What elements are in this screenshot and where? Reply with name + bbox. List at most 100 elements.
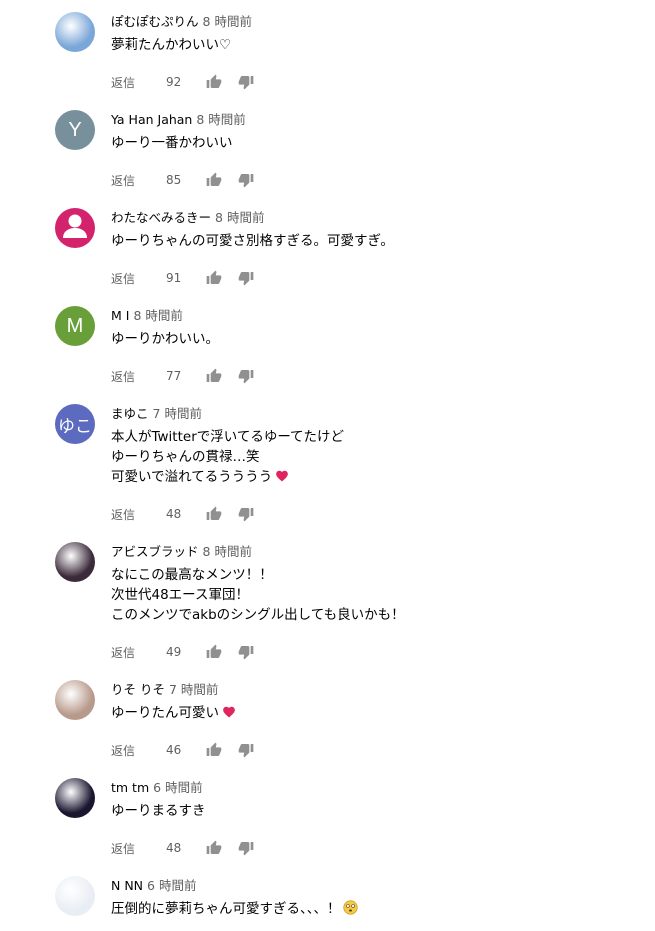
author-avatar[interactable]: M: [55, 306, 95, 346]
person-icon: [55, 208, 95, 248]
author-avatar[interactable]: [55, 680, 95, 720]
comment-text: ゆーり一番かわいい: [111, 133, 631, 153]
comment-line-text: 夢莉たんかわいい♡: [111, 37, 232, 53]
comment-line-text: 可愛いで溢れてるうううう: [111, 469, 273, 485]
author-name[interactable]: りそ りそ: [111, 682, 165, 697]
thumb-down-icon[interactable]: [238, 740, 270, 760]
comment-line: ゆーりちゃんの可愛さ別格すぎる。可愛すぎ。: [111, 231, 631, 251]
reply-button[interactable]: 返信: [111, 368, 166, 385]
thumb-down-icon[interactable]: [238, 366, 270, 386]
comment-text: 夢莉たんかわいい♡: [111, 35, 631, 55]
avatar-letter: Y: [68, 118, 82, 141]
comment-line: ゆーりたん可愛い: [111, 703, 631, 725]
comment-header: アビスブラッド 8 時間前: [111, 542, 631, 560]
published-time[interactable]: 6 時間前: [147, 878, 196, 893]
reply-button[interactable]: 返信: [111, 506, 166, 523]
published-time[interactable]: 8 時間前: [196, 112, 245, 127]
author-avatar[interactable]: [55, 542, 95, 582]
comment-toolbar: 返信 77: [111, 366, 270, 386]
comment-line-text: このメンツでakbのシングル出しても良いかも！: [111, 607, 405, 623]
comment-text: ゆーりまるすき: [111, 801, 631, 821]
thumb-up-icon[interactable]: [206, 740, 238, 760]
comment-body: りそ りそ 7 時間前 ゆーりたん可愛い 返信 46: [111, 680, 631, 758]
author-name[interactable]: わたなべみるきー: [111, 210, 211, 225]
author-name[interactable]: Ya Han Jahan: [111, 112, 192, 127]
published-time[interactable]: 6 時間前: [153, 780, 202, 795]
author-name[interactable]: N NN: [111, 878, 143, 893]
published-time[interactable]: 7 時間前: [153, 406, 202, 421]
comment-line-text: ゆーりちゃんの可愛さ別格すぎる。可愛すぎ。: [111, 233, 394, 249]
comment-line-text: なにこの最高なメンツ！！: [111, 567, 273, 583]
thumb-up-icon[interactable]: [206, 504, 238, 524]
thumb-up-icon[interactable]: [206, 268, 238, 288]
published-time[interactable]: 8 時間前: [203, 544, 252, 559]
published-time[interactable]: 7 時間前: [169, 682, 218, 697]
comments-section: ぽむぽむぷりん 8 時間前 夢莉たんかわいい♡ 返信 92 Y Ya Han Jahan 8 …: [0, 0, 655, 931]
author-avatar[interactable]: Y: [55, 110, 95, 150]
comment-line: 可愛いで溢れてるうううう: [111, 467, 631, 489]
comment-line-text: ゆーりちゃんの貫禄…笑: [111, 449, 260, 465]
comment-text: 本人がTwitterで浮いてるゆーてたけどゆーりちゃんの貫禄…笑 可愛いで溢れてる…: [111, 427, 631, 489]
author-avatar[interactable]: [55, 208, 95, 248]
reply-button[interactable]: 返信: [111, 644, 166, 661]
comment-text: ゆーりたん可愛い: [111, 703, 631, 725]
published-time[interactable]: 8 時間前: [203, 14, 252, 29]
published-time[interactable]: 8 時間前: [215, 210, 264, 225]
author-name[interactable]: ぽむぽむぷりん: [111, 14, 199, 29]
comment-line: なにこの最高なメンツ！！: [111, 565, 631, 585]
comment-line-text: 圧倒的に夢莉ちゃん可愛すぎる、、、！: [111, 901, 341, 917]
comment-body: わたなべみるきー 8 時間前ゆーりちゃんの可愛さ別格すぎる。可愛すぎ。返信 91: [111, 208, 631, 286]
like-count: 48: [166, 841, 182, 855]
like-count: 46: [166, 743, 182, 757]
comment-line-text: ゆーりかわいい。: [111, 331, 219, 347]
avatar-letter: M: [66, 314, 84, 337]
comment-body: まゆこ 7 時間前本人がTwitterで浮いてるゆーてたけどゆーりちゃんの貫禄…笑…: [111, 404, 631, 522]
comment-body: tm tm 6 時間前 ゆーりまるすき 返信 48: [111, 778, 631, 856]
reply-button[interactable]: 返信: [111, 742, 166, 759]
comment-line: ゆーりちゃんの貫禄…笑: [111, 447, 631, 467]
comment-toolbar: 返信 48: [111, 838, 270, 858]
comment-body: Ya Han Jahan 8 時間前ゆーり一番かわいい返信 85: [111, 110, 631, 188]
comment-line: ゆーりかわいい。: [111, 329, 631, 349]
thumb-up-icon[interactable]: [206, 366, 238, 386]
author-name[interactable]: アビスブラッド: [111, 544, 199, 559]
author-avatar[interactable]: ゆこ: [55, 404, 95, 444]
thumb-down-icon[interactable]: [238, 504, 270, 524]
comment-toolbar: 返信 49: [111, 642, 270, 662]
comment-header: ぽむぽむぷりん 8 時間前: [111, 12, 631, 30]
comment-line-text: ゆーり一番かわいい: [111, 135, 233, 151]
reply-button[interactable]: 返信: [111, 840, 166, 857]
comment-toolbar: 返信 48: [111, 504, 270, 524]
comment-text: 圧倒的に夢莉ちゃん可愛すぎる、、、！: [111, 899, 631, 921]
reply-button[interactable]: 返信: [111, 74, 166, 91]
thumb-down-icon[interactable]: [238, 170, 270, 190]
comment-toolbar: 返信 85: [111, 170, 270, 190]
thumb-down-icon[interactable]: [238, 268, 270, 288]
thumb-up-icon[interactable]: [206, 838, 238, 858]
author-name[interactable]: M I: [111, 308, 129, 323]
comment-header: まゆこ 7 時間前: [111, 404, 631, 422]
author-avatar[interactable]: [55, 12, 95, 52]
thumb-up-icon[interactable]: [206, 642, 238, 662]
author-avatar[interactable]: [55, 778, 95, 818]
thumb-up-icon[interactable]: [206, 170, 238, 190]
comment-line: 本人がTwitterで浮いてるゆーてたけど: [111, 427, 631, 447]
comment-toolbar: 返信 91: [111, 268, 270, 288]
comment-body: N NN 6 時間前圧倒的に夢莉ちゃん可愛すぎる、、、！: [111, 876, 631, 921]
author-name[interactable]: tm tm: [111, 780, 149, 795]
like-count: 49: [166, 645, 182, 659]
thumb-down-icon[interactable]: [238, 838, 270, 858]
author-avatar[interactable]: [55, 876, 95, 916]
thumb-down-icon[interactable]: [238, 642, 270, 662]
heart-icon: [221, 705, 237, 725]
author-name[interactable]: まゆこ: [111, 406, 149, 421]
published-time[interactable]: 8 時間前: [133, 308, 182, 323]
comment-toolbar: 返信 46: [111, 740, 270, 760]
heart-icon: [274, 469, 290, 489]
comment-line: このメンツでakbのシングル出しても良いかも！: [111, 605, 631, 625]
reply-button[interactable]: 返信: [111, 172, 166, 189]
comment-line-text: ゆーりまるすき: [111, 803, 206, 819]
reply-button[interactable]: 返信: [111, 270, 166, 287]
thumb-up-icon[interactable]: [206, 72, 238, 92]
thumb-down-icon[interactable]: [238, 72, 270, 92]
